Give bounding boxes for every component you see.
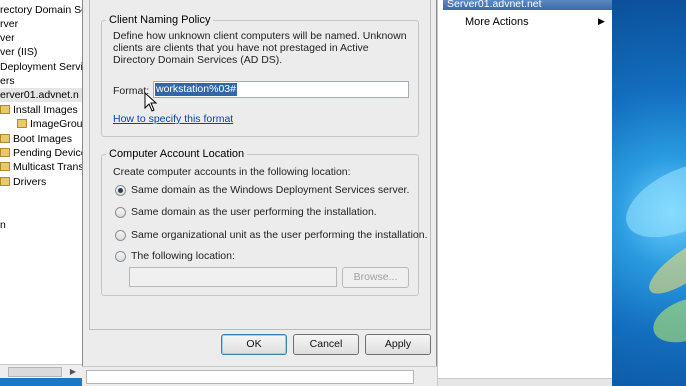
desktop-wallpaper	[612, 0, 686, 386]
tree-item-server[interactable]: erver01.advnet.n	[0, 88, 82, 102]
tree-item-label: Deployment Servi	[0, 61, 82, 73]
actions-header: Server01.advnet.net	[443, 0, 613, 10]
tree-item-label: Drivers	[13, 176, 47, 188]
radio-button[interactable]	[115, 207, 126, 218]
wallpaper-swoosh	[647, 289, 686, 351]
computer-account-location-title: Computer Account Location	[109, 148, 245, 160]
actions-pane-footer	[438, 378, 613, 386]
ok-button[interactable]: OK	[221, 334, 287, 355]
tree-item-label: erver01.advnet.n	[0, 89, 79, 101]
folder-icon	[0, 148, 10, 157]
radio-button[interactable]	[115, 251, 126, 262]
cancel-button[interactable]: Cancel	[293, 334, 359, 355]
tree-item-label: rectory Domain Se	[0, 4, 82, 16]
browse-button[interactable]: Browse...	[342, 267, 409, 288]
scroll-right-arrow-icon[interactable]: ▶	[68, 367, 78, 377]
submenu-arrow-icon: ▶	[598, 16, 605, 26]
actions-pane: Server01.advnet.net More Actions ▶	[437, 0, 613, 386]
tree-item[interactable]: n	[0, 218, 6, 232]
scrollbar-thumb[interactable]	[8, 367, 62, 377]
tree-item-label: ver	[0, 32, 15, 44]
location-intro: Create computer accounts in the followin…	[113, 166, 351, 178]
location-input[interactable]	[129, 267, 337, 287]
mouse-cursor-icon	[144, 92, 158, 112]
tree-item-label: Pending Device	[13, 147, 82, 159]
how-to-specify-format-link[interactable]: How to specify this format	[113, 113, 233, 125]
tree-item-label: Boot Images	[13, 133, 72, 145]
radio-button-checked[interactable]	[115, 185, 126, 196]
tree-item[interactable]: ers	[0, 74, 15, 88]
radio-label: Same domain as the Windows Deployment Se…	[131, 184, 410, 196]
tree-item[interactable]: ver (IIS)	[0, 45, 37, 59]
tree-item-install-images[interactable]: Install Images	[0, 103, 78, 117]
folder-icon	[0, 105, 10, 114]
tree-item-image-group[interactable]: ImageGroup	[17, 117, 82, 131]
folder-icon	[17, 119, 27, 128]
tree-item-drivers[interactable]: Drivers	[0, 175, 46, 189]
naming-policy-description: Define how unknown client computers will…	[113, 30, 407, 66]
tree-item-label: Install Images	[13, 104, 78, 116]
wallpaper-swoosh	[614, 147, 686, 253]
folder-icon	[0, 134, 10, 143]
folder-icon	[0, 162, 10, 171]
tree-item-pending-devices[interactable]: Pending Device	[0, 146, 82, 160]
status-field	[86, 370, 414, 384]
radio-button[interactable]	[115, 230, 126, 241]
radio-label: Same organizational unit as the user per…	[131, 229, 428, 241]
tree-item[interactable]: ver	[0, 31, 15, 45]
format-input[interactable]: workstation%03#	[153, 81, 409, 98]
tree-item-label: rver	[0, 18, 19, 30]
tree-item[interactable]: rectory Domain Se	[0, 3, 82, 17]
status-bar	[82, 366, 437, 386]
folder-icon	[0, 177, 10, 186]
tree-item[interactable]: Deployment Servi	[0, 60, 82, 74]
client-naming-policy-title: Client Naming Policy	[109, 14, 211, 26]
apply-button[interactable]: Apply	[365, 334, 431, 355]
tree-item-label: Multicast Transi	[13, 161, 82, 173]
tree-horizontal-scrollbar[interactable]: ▶	[0, 364, 82, 378]
tree-item[interactable]: rver	[0, 17, 18, 31]
tree-item-label: n	[0, 219, 6, 231]
wallpaper-swoosh	[641, 226, 686, 304]
tree-item-boot-images[interactable]: Boot Images	[0, 132, 72, 146]
format-input-value: workstation%03#	[155, 83, 237, 96]
console-tree: rectory Domain Se rver ver ver (IIS) Dep…	[0, 0, 82, 366]
tree-item-label: ImageGroup	[30, 118, 82, 130]
tree-item-multicast[interactable]: Multicast Transi	[0, 160, 82, 174]
radio-label: Same domain as the user performing the i…	[131, 206, 377, 218]
tree-item-label: ers	[0, 75, 15, 87]
tree-item-label: ver (IIS)	[0, 46, 38, 58]
radio-label: The following location:	[131, 250, 235, 262]
more-actions-item[interactable]: More Actions	[465, 16, 529, 28]
